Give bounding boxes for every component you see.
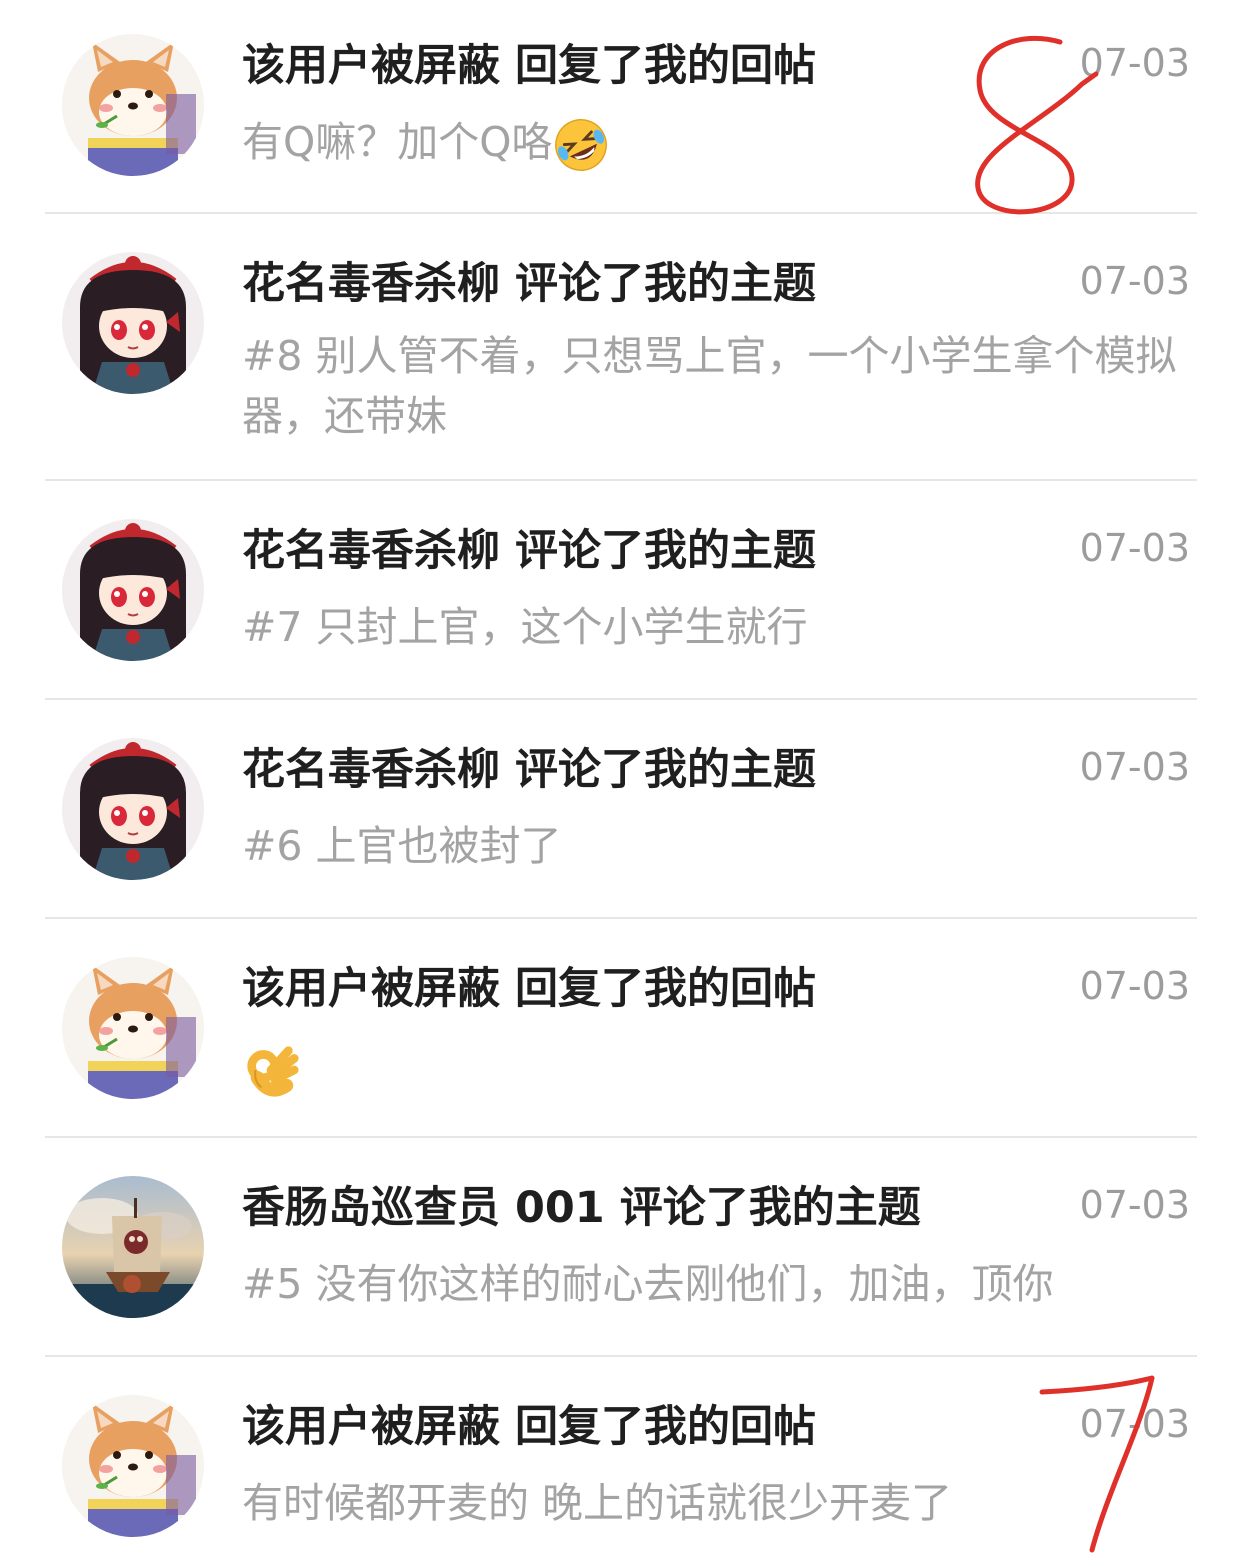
list-item[interactable]: 该用户被屏蔽 回复了我的回帖 07-03 有时候都开麦的 晚上的话就很少开麦了 [0, 1357, 1242, 1566]
notification-title: 香肠岛巡查员 001 评论了我的主题 [242, 1183, 921, 1233]
ok-hand-emoji [242, 1041, 300, 1099]
notification-date: 07-03 [1079, 259, 1190, 303]
notification-body: #6 上官也被封了 [242, 822, 562, 870]
rolling-laughing-emoji [553, 117, 609, 173]
list-item[interactable]: 花名毒香杀柳 评论了我的主题 07-03 #7 只封上官，这个小学生就行 [0, 481, 1242, 699]
notification-body: 有Q嘛？加个Q咯 [242, 112, 1187, 173]
shiba-dog-avatar[interactable] [62, 1395, 204, 1537]
shiba-dog-avatar[interactable] [62, 34, 204, 176]
notification-date: 07-03 [1079, 964, 1190, 1008]
notification-body: #7 只封上官，这个小学生就行 [242, 603, 808, 651]
notification-title: 该用户被屏蔽 回复了我的回帖 [242, 1402, 816, 1452]
notification-body [242, 1037, 1187, 1099]
notification-title: 花名毒香杀柳 评论了我的主题 [242, 526, 816, 576]
notification-date: 07-03 [1079, 41, 1190, 85]
notification-title: 该用户被屏蔽 回复了我的回帖 [242, 41, 816, 91]
notification-date: 07-03 [1079, 1183, 1190, 1227]
shiba-dog-avatar[interactable] [62, 957, 204, 1099]
list-item[interactable]: 该用户被屏蔽 回复了我的回帖 07-03 [0, 919, 1242, 1137]
notification-title: 该用户被屏蔽 回复了我的回帖 [242, 964, 816, 1014]
notification-date: 07-03 [1079, 1402, 1190, 1446]
notification-body: #8 别人管不着，只想骂上官，一个小学生拿个模拟器，还带妹 [242, 332, 1177, 440]
notification-body: 有时候都开麦的 晚上的话就很少开麦了 [242, 1479, 953, 1527]
notification-date: 07-03 [1079, 745, 1190, 789]
anime-girl-avatar[interactable] [62, 519, 204, 661]
notification-date: 07-03 [1079, 526, 1190, 570]
list-item[interactable]: 香肠岛巡查员 001 评论了我的主题 07-03 #5 没有你这样的耐心去刚他们… [0, 1138, 1242, 1356]
list-item[interactable]: 花名毒香杀柳 评论了我的主题 07-03 #8 别人管不着，只想骂上官，一个小学… [0, 214, 1242, 480]
notification-title: 花名毒香杀柳 评论了我的主题 [242, 259, 816, 309]
anime-girl-avatar[interactable] [62, 252, 204, 394]
list-item[interactable]: 该用户被屏蔽 回复了我的回帖 07-03 有Q嘛？加个Q咯 [0, 0, 1242, 214]
anime-girl-avatar[interactable] [62, 738, 204, 880]
pirate-ship-avatar[interactable] [62, 1176, 204, 1318]
list-item[interactable]: 花名毒香杀柳 评论了我的主题 07-03 #6 上官也被封了 [0, 700, 1242, 918]
notification-title: 花名毒香杀柳 评论了我的主题 [242, 745, 816, 795]
notification-body: #5 没有你这样的耐心去刚他们，加油，顶你 [242, 1260, 1054, 1308]
